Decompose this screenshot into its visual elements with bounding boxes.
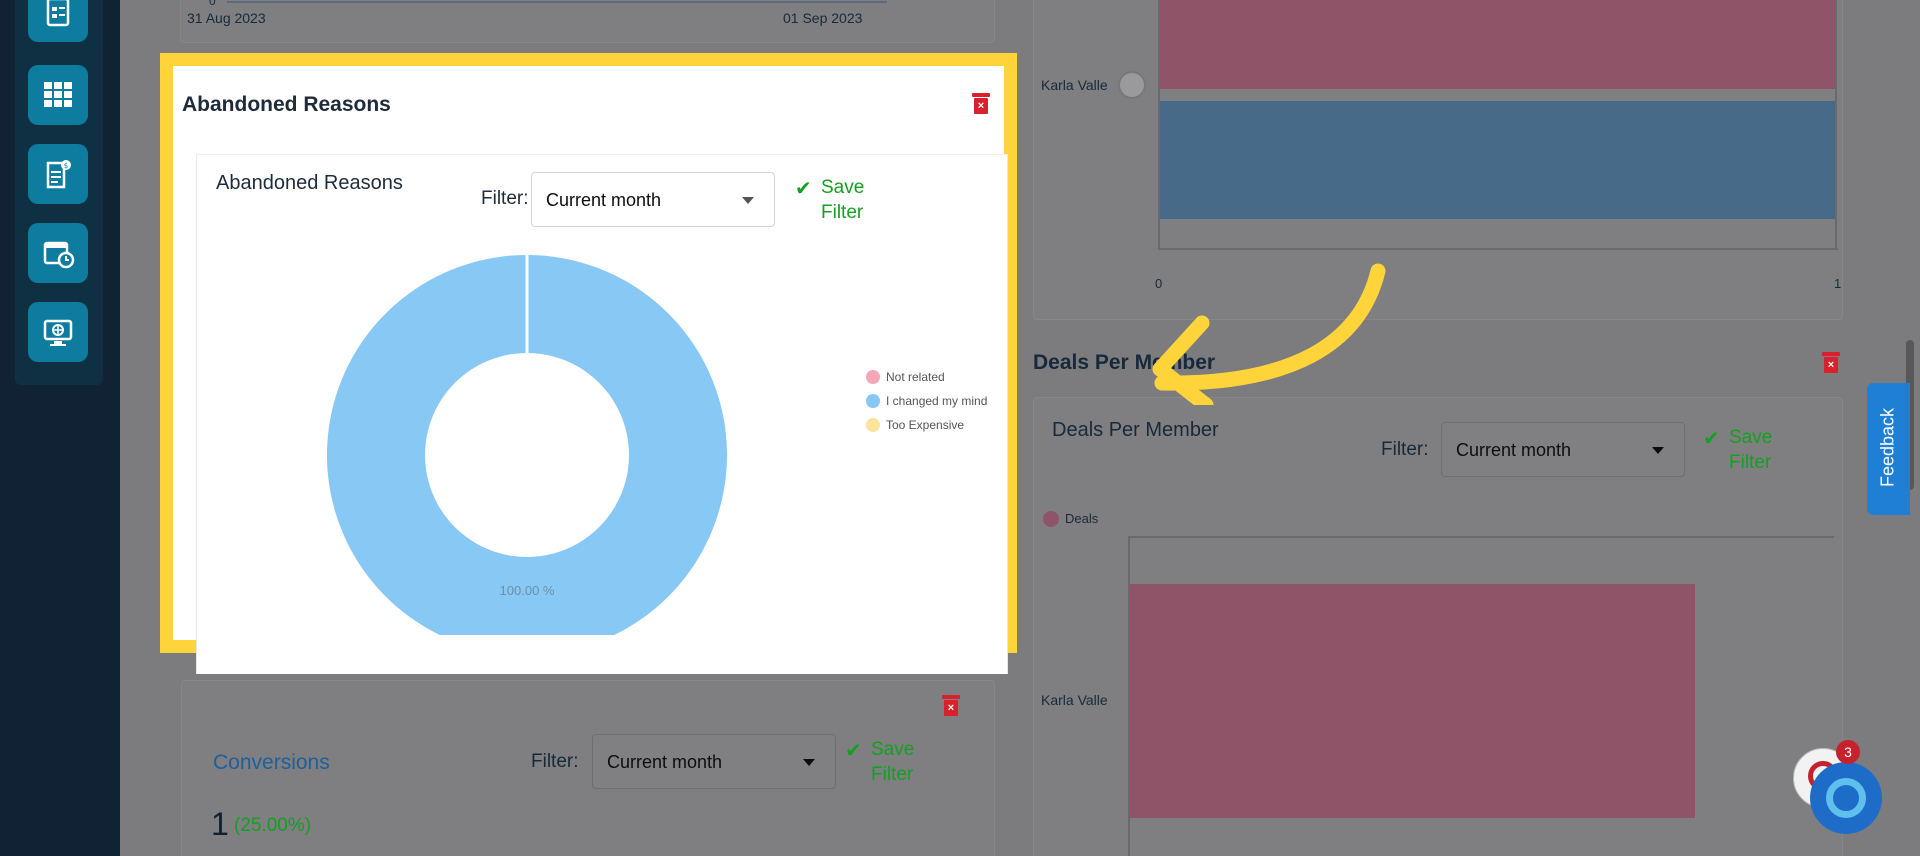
filter-label: Filter: — [531, 751, 579, 772]
chat-icon — [1826, 778, 1866, 818]
avatar — [1118, 71, 1146, 99]
notification-badge: 3 — [1836, 740, 1860, 764]
legend-swatch — [1043, 511, 1059, 527]
widget-title: Abandoned Reasons — [182, 93, 391, 116]
grid-icon[interactable] — [28, 65, 88, 125]
deals-per-member-card: Deals Per Member Filter: Current month ✔… — [1033, 397, 1843, 856]
check-icon: ✔ — [795, 178, 812, 200]
conversions-count: 1 — [211, 806, 229, 842]
conversions-card: × Conversions Filter: Current month ✔ Sa… — [181, 680, 995, 856]
conversions-percent: (25.00%) — [234, 815, 312, 836]
save-filter-button[interactable]: ✔ Save Filter — [1703, 425, 1772, 475]
delete-icon[interactable]: × — [972, 93, 990, 114]
chart-axis — [1128, 536, 1834, 538]
chevron-down-icon — [803, 759, 815, 766]
bar-segment — [1159, 0, 1836, 89]
legend-label[interactable]: Too Expensive — [886, 418, 964, 432]
svg-text:$: $ — [64, 162, 68, 170]
web-monitor-icon[interactable] — [28, 302, 88, 362]
delete-icon[interactable]: × — [1822, 352, 1840, 373]
calendar-clock-icon[interactable] — [28, 223, 88, 283]
x-tick: 01 Sep 2023 — [783, 10, 863, 26]
feedback-button[interactable]: Feedback — [1867, 383, 1910, 515]
save-filter-button[interactable]: ✔ Save Filter — [845, 737, 914, 787]
chart-axis — [1835, 0, 1837, 249]
check-icon: ✔ — [845, 740, 862, 762]
filter-label: Filter: — [1381, 439, 1429, 460]
legend-label[interactable]: Deals — [1065, 511, 1098, 526]
sidebar: $ — [0, 0, 120, 856]
legend-label[interactable]: I changed my mind — [886, 394, 987, 408]
chart-axis — [1158, 0, 1160, 249]
chart-title: Abandoned Reasons — [216, 172, 403, 194]
donut-chart: 100.00 % Not related I changed my mind Too … — [327, 255, 987, 635]
deals-bar — [1129, 584, 1695, 818]
member-label: Karla Valle — [1041, 692, 1108, 708]
annotation-arrow — [1152, 263, 1386, 405]
legend-swatch — [866, 370, 880, 384]
line-chart-card: 0 31 Aug 2023 01 Sep 2023 — [180, 0, 995, 43]
filter-label: Filter: — [481, 188, 529, 209]
chart-card: Abandoned Reasons Filter: Current month … — [196, 154, 1008, 674]
chart-axis — [227, 1, 887, 3]
legend-label[interactable]: Not related — [886, 370, 945, 384]
chevron-down-icon — [1652, 447, 1664, 454]
chart-axis — [1158, 248, 1838, 250]
legend-swatch — [866, 394, 880, 408]
y-tick: 0 — [209, 0, 216, 8]
card-title: Conversions — [213, 751, 330, 774]
check-icon: ✔ — [1703, 428, 1720, 450]
filter-select[interactable]: Current month — [1441, 422, 1685, 477]
slice-data-label: 100.00 % — [500, 583, 555, 598]
chat-button[interactable] — [1810, 762, 1882, 834]
member-label: Karla Valle — [1041, 77, 1108, 93]
x-tick: 31 Aug 2023 — [187, 10, 266, 26]
abandoned-reasons-widget: Abandoned Reasons × Abandoned Reasons Fi… — [160, 53, 1017, 674]
chart-title: Deals Per Member — [1052, 419, 1219, 441]
report-icon[interactable] — [28, 0, 88, 42]
chevron-down-icon — [742, 197, 754, 204]
x-tick: 1 — [1834, 276, 1842, 291]
filter-select[interactable]: Current month — [592, 734, 836, 789]
invoice-icon[interactable]: $ — [28, 144, 88, 204]
bar-segment — [1159, 101, 1836, 219]
legend-swatch — [866, 418, 880, 432]
delete-icon[interactable]: × — [942, 695, 960, 716]
